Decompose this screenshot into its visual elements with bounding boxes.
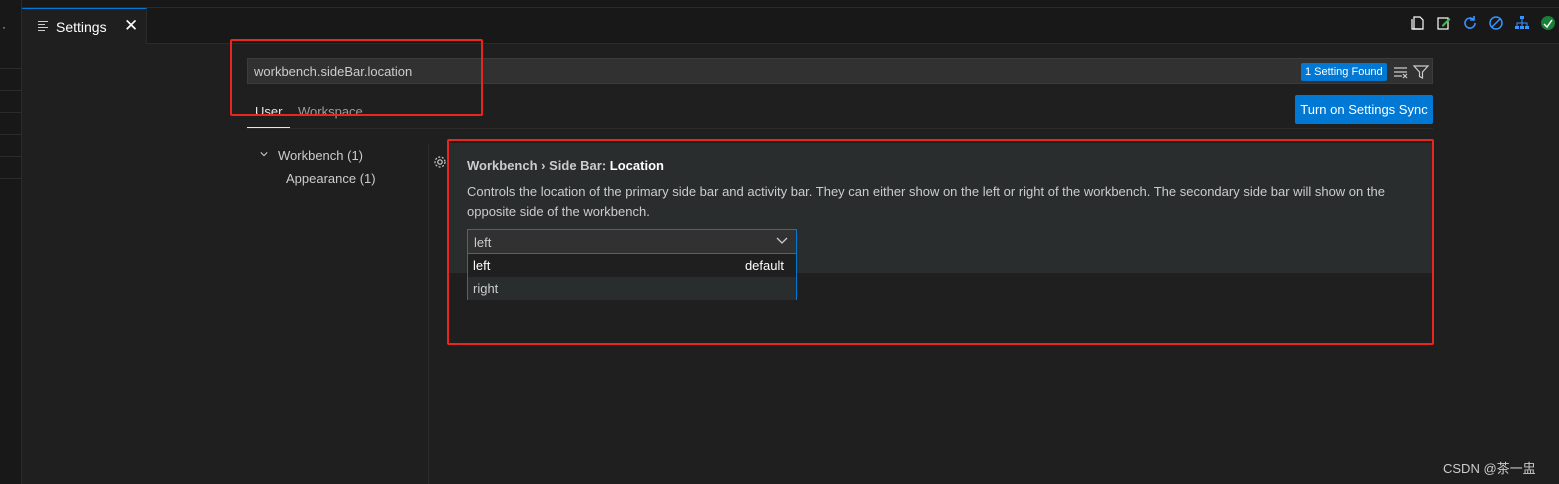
hierarchy-icon[interactable]	[1513, 14, 1531, 32]
refresh-icon[interactable]	[1461, 14, 1479, 32]
divider	[0, 90, 22, 91]
sync-icon[interactable]	[1539, 14, 1557, 32]
editor-tab-bar: Settings ✕	[22, 0, 1559, 44]
divider	[0, 134, 22, 135]
annotation-highlight-box	[230, 39, 483, 116]
watermark: CSDN @茶一盅	[1443, 461, 1536, 476]
more-icon[interactable]: ·	[2, 20, 6, 34]
toc-item-workbench[interactable]: Workbench (1)	[247, 148, 363, 163]
editor-toolbar	[1409, 14, 1559, 36]
filter-icon[interactable]	[1412, 63, 1430, 81]
chevron-down-icon	[260, 152, 268, 157]
tab-settings[interactable]: Settings ✕	[22, 8, 147, 44]
clear-filter-icon[interactable]	[1392, 63, 1410, 81]
toc-divider	[428, 144, 429, 484]
toc-item-label: Workbench (1)	[278, 148, 364, 163]
edit-icon[interactable]	[1435, 14, 1453, 32]
open-settings-json-icon[interactable]	[1409, 14, 1427, 32]
annotation-highlight-box	[447, 139, 1434, 345]
title-strip	[22, 0, 1559, 8]
results-count-badge: 1 Setting Found	[1301, 63, 1387, 81]
divider	[0, 68, 22, 69]
close-icon[interactable]: ✕	[124, 16, 138, 36]
disable-icon[interactable]	[1487, 14, 1505, 32]
gear-icon[interactable]	[433, 155, 447, 169]
tab-label: Settings	[56, 19, 107, 35]
active-tab-underline	[247, 127, 290, 128]
settings-editor-icon	[38, 19, 48, 31]
divider	[0, 156, 22, 157]
divider	[0, 112, 22, 113]
turn-on-settings-sync-button[interactable]: Turn on Settings Sync	[1295, 95, 1433, 124]
divider	[0, 178, 22, 179]
toc-item-appearance[interactable]: Appearance (1)	[286, 171, 376, 186]
left-editor-strip: ·	[0, 0, 22, 484]
